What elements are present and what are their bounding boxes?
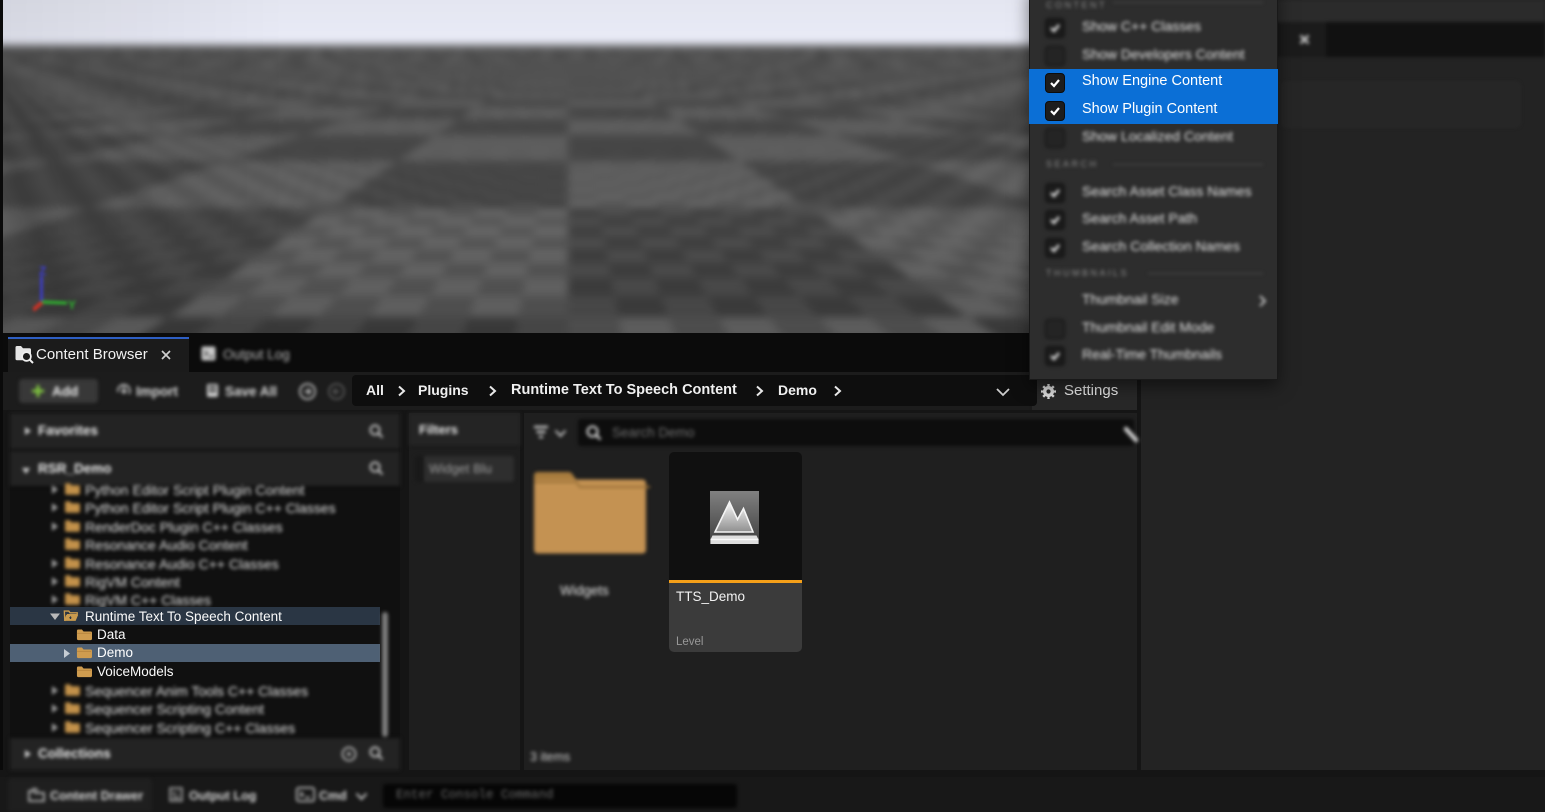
svg-text:Z: Z [39, 264, 46, 278]
svg-text:Y: Y [68, 298, 76, 312]
